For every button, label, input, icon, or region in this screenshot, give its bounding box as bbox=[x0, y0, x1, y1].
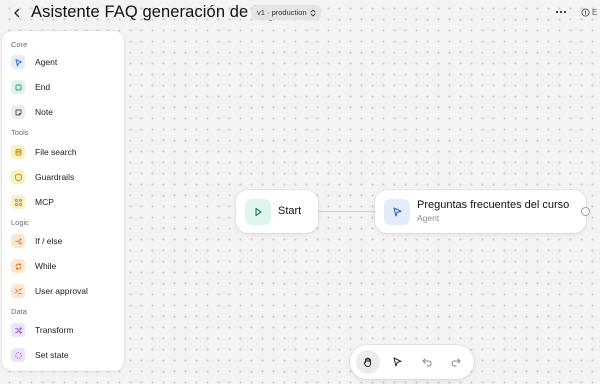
pointer-icon bbox=[393, 357, 402, 367]
redo-icon bbox=[451, 358, 461, 367]
redo-button[interactable] bbox=[444, 350, 468, 374]
chevron-left-icon bbox=[14, 8, 20, 18]
select-tool-button[interactable] bbox=[385, 350, 409, 374]
start-node[interactable]: Start bbox=[236, 190, 318, 233]
connection-edge[interactable] bbox=[318, 211, 376, 212]
section-label-core: Core bbox=[11, 40, 28, 49]
section-label-data: Data bbox=[11, 307, 27, 316]
sidebar-item-label: Guardrails bbox=[35, 172, 75, 182]
sidebar-item-label: Agent bbox=[35, 57, 58, 67]
sidebar-item-label: File search bbox=[35, 147, 77, 157]
sidebar-item-label: Note bbox=[35, 107, 53, 117]
sidebar-item-while[interactable]: While bbox=[8, 256, 118, 276]
agent-node[interactable]: Preguntas frecuentes del curso Agent bbox=[375, 190, 586, 233]
sidebar-item-user-approval[interactable]: User approval bbox=[8, 281, 118, 301]
sidebar-item-label: If / else bbox=[35, 236, 63, 246]
canvas-toolbar bbox=[350, 345, 474, 379]
version-label: v1 · production bbox=[257, 8, 307, 17]
play-icon bbox=[245, 199, 271, 225]
agent-node-type: Agent bbox=[417, 213, 440, 223]
sidebar-item-file-search[interactable]: File search bbox=[8, 142, 118, 162]
sidebar-item-label: End bbox=[35, 82, 51, 92]
branch-icon bbox=[11, 234, 25, 248]
transform-icon bbox=[11, 323, 25, 337]
hand-icon bbox=[363, 357, 372, 367]
ellipsis-icon bbox=[555, 10, 567, 14]
sidebar-item-label: User approval bbox=[35, 286, 88, 296]
header-right-button[interactable]: E bbox=[581, 4, 597, 20]
hand-tool-button[interactable] bbox=[356, 350, 380, 374]
loop-icon bbox=[11, 259, 25, 273]
chevron-up-down-icon bbox=[310, 9, 316, 16]
sidebar-item-label: While bbox=[35, 261, 57, 271]
sidebar-item-label: Transform bbox=[35, 325, 74, 335]
section-label-logic: Logic bbox=[11, 218, 29, 227]
mcp-icon bbox=[11, 195, 25, 209]
agent-icon bbox=[11, 55, 25, 69]
sidebar-item-agent[interactable]: Agent bbox=[8, 52, 118, 72]
top-bar: Asistente FAQ generación de ingresos v1 … bbox=[0, 0, 600, 26]
shield-icon bbox=[11, 170, 25, 184]
agent-icon bbox=[384, 199, 410, 225]
undo-icon bbox=[422, 358, 432, 367]
start-node-title: Start bbox=[278, 205, 302, 217]
approval-icon bbox=[11, 284, 25, 298]
sidebar-item-label: Set state bbox=[35, 350, 69, 360]
more-options-button[interactable] bbox=[554, 5, 568, 19]
back-button[interactable] bbox=[9, 5, 25, 21]
sidebar-item-note[interactable]: Note bbox=[8, 102, 118, 122]
agent-node-title: Preguntas frecuentes del curso bbox=[417, 199, 570, 211]
sidebar-item-guardrails[interactable]: Guardrails bbox=[8, 167, 118, 187]
set-state-icon bbox=[11, 348, 25, 362]
sidebar-item-label: MCP bbox=[35, 197, 54, 207]
database-icon bbox=[11, 145, 25, 159]
undo-button[interactable] bbox=[415, 350, 439, 374]
version-selector[interactable]: v1 · production bbox=[251, 5, 321, 20]
sidebar-item-mcp[interactable]: MCP bbox=[8, 192, 118, 212]
note-icon bbox=[11, 105, 25, 119]
header-right-label: E bbox=[592, 7, 598, 17]
sidebar-item-set-state[interactable]: Set state bbox=[8, 345, 118, 365]
node-palette-sidebar: Core Agent End Note Tools File search Gu… bbox=[2, 31, 124, 371]
section-label-tools: Tools bbox=[11, 128, 29, 137]
panel-icon bbox=[581, 7, 590, 17]
agent-output-handle[interactable] bbox=[581, 207, 590, 216]
sidebar-item-if-else[interactable]: If / else bbox=[8, 231, 118, 251]
sidebar-item-end[interactable]: End bbox=[8, 77, 118, 97]
sidebar-item-transform[interactable]: Transform bbox=[8, 320, 118, 340]
end-icon bbox=[11, 80, 25, 94]
